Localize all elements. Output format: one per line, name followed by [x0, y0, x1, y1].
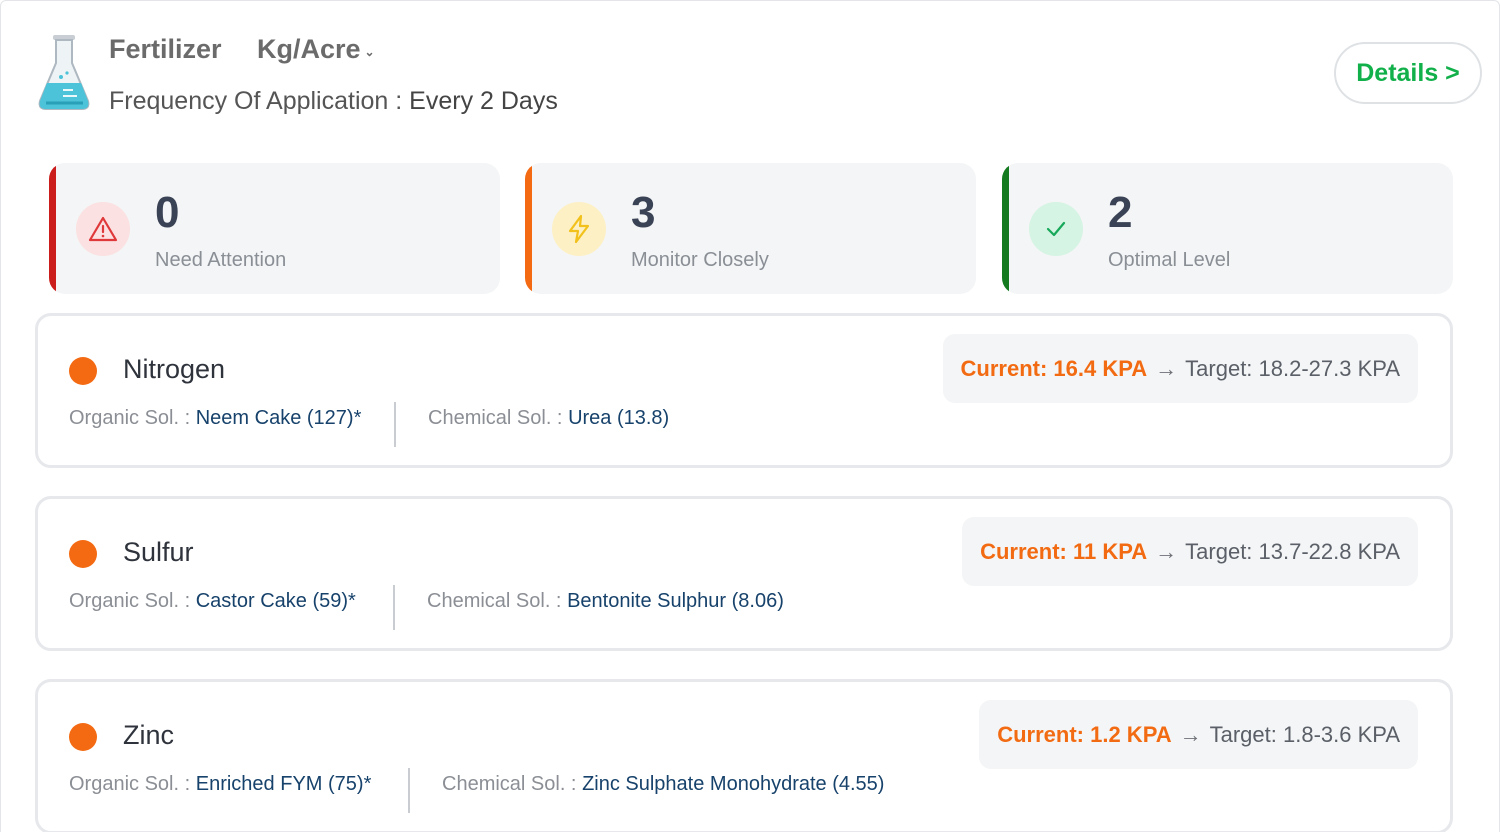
status-bar-red: [49, 163, 56, 294]
stat-card-optimal-level[interactable]: 2 Optimal Level: [1002, 163, 1453, 294]
nutrient-card-nitrogen[interactable]: Nitrogen Organic Sol. : Neem Cake (127)*…: [35, 313, 1453, 468]
organic-value: Castor Cake (59)*: [195, 590, 356, 612]
organic-solution: Organic Sol. : Castor Cake (59)*: [69, 590, 356, 613]
panel-title: Fertilizer: [109, 34, 222, 64]
nutrient-name: Nitrogen: [123, 354, 226, 384]
organic-label: Organic Sol. :: [69, 773, 191, 795]
status-bar-green: [1002, 163, 1009, 294]
stat-card-monitor-closely[interactable]: 3 Monitor Closely: [525, 163, 976, 294]
chemical-solution: Chemical Sol. : Zinc Sulphate Monohydrat…: [442, 773, 884, 796]
divider: [408, 768, 410, 813]
stat-count: 2: [1108, 188, 1133, 237]
chemical-value: Bentonite Sulphur (8.06): [567, 590, 784, 612]
checkmark-icon: [1029, 202, 1083, 256]
current-level: Current: 1.2 KPA: [997, 721, 1172, 747]
nutrient-card-zinc[interactable]: Zinc Organic Sol. : Enriched FYM (75)* C…: [35, 679, 1453, 832]
chemical-value: Urea (13.8): [568, 407, 670, 429]
current-level: Current: 16.4 KPA: [960, 355, 1148, 381]
frequency-label: Frequency Of Application :: [109, 87, 403, 115]
nutrient-name: Sulfur: [123, 537, 194, 567]
flask-icon: [38, 35, 90, 110]
chemical-solution: Chemical Sol. : Bentonite Sulphur (8.06): [427, 590, 784, 613]
divider: [394, 402, 396, 447]
target-level: Target: 1.8-3.6 KPA: [1209, 721, 1400, 747]
lightning-bolt-icon: [552, 202, 606, 256]
status-dot: [69, 357, 97, 385]
frequency-text: Frequency Of Application : Every 2 Days: [109, 87, 558, 116]
chemical-value: Zinc Sulphate Monohydrate (4.55): [582, 773, 885, 795]
details-button[interactable]: Details >: [1334, 42, 1482, 104]
level-pill: Current: 16.4 KPA → Target: 18.2-27.3 KP…: [942, 334, 1418, 403]
level-pill: Current: 1.2 KPA → Target: 1.8-3.6 KPA: [979, 700, 1418, 769]
organic-solution: Organic Sol. : Neem Cake (127)*: [69, 407, 361, 430]
organic-label: Organic Sol. :: [69, 590, 191, 612]
stat-card-need-attention[interactable]: 0 Need Attention: [49, 163, 500, 294]
status-dot: [69, 540, 97, 568]
unit-dropdown[interactable]: Kg/Acre ⌄: [257, 34, 375, 65]
status-bar-orange: [525, 163, 532, 294]
nutrient-card-sulfur[interactable]: Sulfur Organic Sol. : Castor Cake (59)* …: [35, 496, 1453, 651]
organic-solution: Organic Sol. : Enriched FYM (75)*: [69, 773, 371, 796]
stat-label: Need Attention: [155, 249, 287, 271]
organic-label: Organic Sol. :: [69, 407, 191, 429]
arrow-right-icon: →: [1155, 355, 1178, 381]
frequency-value: Every 2 Days: [409, 87, 558, 115]
divider: [393, 585, 395, 630]
chemical-solution: Chemical Sol. : Urea (13.8): [428, 407, 669, 430]
organic-value: Neem Cake (127)*: [195, 407, 362, 429]
stat-label: Optimal Level: [1108, 249, 1231, 271]
status-dot: [69, 723, 97, 751]
nutrient-name: Zinc: [123, 720, 175, 750]
stat-label: Monitor Closely: [631, 249, 769, 271]
chemical-label: Chemical Sol. :: [428, 407, 563, 429]
chemical-label: Chemical Sol. :: [427, 590, 562, 612]
level-pill: Current: 11 KPA → Target: 13.7-22.8 KPA: [962, 517, 1418, 586]
current-level: Current: 11 KPA: [980, 538, 1148, 564]
unit-label: Kg/Acre: [257, 34, 361, 64]
fertilizer-panel: Fertilizer Kg/Acre ⌄ Frequency Of Applic…: [0, 0, 1500, 832]
arrow-right-icon: →: [1179, 721, 1202, 747]
organic-value: Enriched FYM (75)*: [195, 773, 372, 795]
stat-count: 0: [155, 188, 180, 237]
stat-count: 3: [631, 188, 656, 237]
warning-triangle-icon: [76, 202, 130, 256]
chemical-label: Chemical Sol. :: [442, 773, 577, 795]
chevron-down-icon: ⌄: [364, 44, 375, 59]
target-level: Target: 13.7-22.8 KPA: [1185, 538, 1400, 564]
arrow-right-icon: →: [1155, 538, 1178, 564]
target-level: Target: 18.2-27.3 KPA: [1185, 355, 1400, 381]
